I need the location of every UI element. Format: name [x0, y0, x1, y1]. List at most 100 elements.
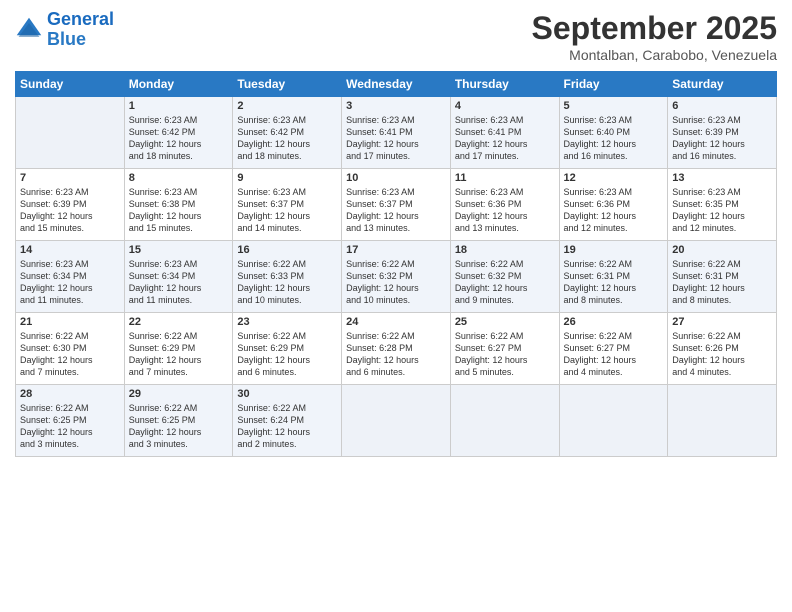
- day-number: 8: [129, 172, 229, 184]
- day-info: Sunrise: 6:22 AM Sunset: 6:24 PM Dayligh…: [237, 402, 337, 451]
- day-cell: 1 Sunrise: 6:23 AM Sunset: 6:42 PM Daylig…: [124, 97, 233, 169]
- day-number: 25: [455, 316, 555, 328]
- day-cell: 20 Sunrise: 6:22 AM Sunset: 6:31 PM Dayli…: [668, 241, 777, 313]
- day-number: 20: [672, 244, 772, 256]
- day-number: 4: [455, 100, 555, 112]
- day-cell: 17 Sunrise: 6:22 AM Sunset: 6:32 PM Dayli…: [342, 241, 451, 313]
- day-cell: 13 Sunrise: 6:23 AM Sunset: 6:35 PM Dayli…: [668, 169, 777, 241]
- day-info: Sunrise: 6:22 AM Sunset: 6:31 PM Dayligh…: [672, 258, 772, 307]
- day-number: 2: [237, 100, 337, 112]
- day-cell: 29 Sunrise: 6:22 AM Sunset: 6:25 PM Dayli…: [124, 385, 233, 457]
- col-header-friday: Friday: [559, 72, 668, 97]
- day-number: 5: [564, 100, 664, 112]
- day-number: 21: [20, 316, 120, 328]
- day-number: 24: [346, 316, 446, 328]
- day-number: 6: [672, 100, 772, 112]
- day-cell: 8Sunrise: 6:23 AM Sunset: 6:38 PM Daylig…: [124, 169, 233, 241]
- day-cell: 18 Sunrise: 6:22 AM Sunset: 6:32 PM Dayli…: [450, 241, 559, 313]
- day-cell: [559, 385, 668, 457]
- day-info: Sunrise: 6:22 AM Sunset: 6:32 PM Dayligh…: [346, 258, 446, 307]
- day-cell: 24 Sunrise: 6:22 AM Sunset: 6:28 PM Dayli…: [342, 313, 451, 385]
- col-header-saturday: Saturday: [668, 72, 777, 97]
- day-cell: 6 Sunrise: 6:23 AM Sunset: 6:39 PM Daylig…: [668, 97, 777, 169]
- header: General Blue September 2025 Montalban, C…: [15, 10, 777, 63]
- day-number: 3: [346, 100, 446, 112]
- day-number: 27: [672, 316, 772, 328]
- day-number: 18: [455, 244, 555, 256]
- day-info: Sunrise: 6:23 AM Sunset: 6:37 PM Dayligh…: [346, 186, 446, 235]
- col-header-thursday: Thursday: [450, 72, 559, 97]
- logo-text: General Blue: [47, 10, 114, 50]
- day-number: 9: [237, 172, 337, 184]
- day-number: 1: [129, 100, 229, 112]
- day-cell: [668, 385, 777, 457]
- day-info: Sunrise: 6:23 AM Sunset: 6:42 PM Dayligh…: [237, 114, 337, 163]
- day-cell: 27 Sunrise: 6:22 AM Sunset: 6:26 PM Dayli…: [668, 313, 777, 385]
- calendar-table: SundayMondayTuesdayWednesdayThursdayFrid…: [15, 71, 777, 457]
- day-cell: 7 Sunrise: 6:23 AM Sunset: 6:39 PM Daylig…: [16, 169, 125, 241]
- day-cell: 15 Sunrise: 6:23 AM Sunset: 6:34 PM Dayli…: [124, 241, 233, 313]
- day-number: 29: [129, 388, 229, 400]
- day-cell: 26 Sunrise: 6:22 AM Sunset: 6:27 PM Dayli…: [559, 313, 668, 385]
- col-header-tuesday: Tuesday: [233, 72, 342, 97]
- day-number: 11: [455, 172, 555, 184]
- day-info: Sunrise: 6:22 AM Sunset: 6:26 PM Dayligh…: [672, 330, 772, 379]
- logo: General Blue: [15, 10, 114, 50]
- day-cell: 23Sunrise: 6:22 AM Sunset: 6:29 PM Dayli…: [233, 313, 342, 385]
- day-info: Sunrise: 6:22 AM Sunset: 6:29 PM Dayligh…: [129, 330, 229, 379]
- day-info: Sunrise: 6:23 AM Sunset: 6:39 PM Dayligh…: [672, 114, 772, 163]
- day-cell: 10 Sunrise: 6:23 AM Sunset: 6:37 PM Dayli…: [342, 169, 451, 241]
- week-row-5: 28 Sunrise: 6:22 AM Sunset: 6:25 PM Dayli…: [16, 385, 777, 457]
- day-number: 26: [564, 316, 664, 328]
- day-info: Sunrise: 6:22 AM Sunset: 6:25 PM Dayligh…: [129, 402, 229, 451]
- day-cell: 5Sunrise: 6:23 AM Sunset: 6:40 PM Daylig…: [559, 97, 668, 169]
- day-number: 12: [564, 172, 664, 184]
- day-number: 7: [20, 172, 120, 184]
- day-info: Sunrise: 6:23 AM Sunset: 6:41 PM Dayligh…: [455, 114, 555, 163]
- col-header-sunday: Sunday: [16, 72, 125, 97]
- day-cell: 9 Sunrise: 6:23 AM Sunset: 6:37 PM Daylig…: [233, 169, 342, 241]
- day-number: 30: [237, 388, 337, 400]
- day-number: 13: [672, 172, 772, 184]
- week-row-3: 14Sunrise: 6:23 AM Sunset: 6:34 PM Dayli…: [16, 241, 777, 313]
- location: Montalban, Carabobo, Venezuela: [532, 47, 777, 63]
- col-header-monday: Monday: [124, 72, 233, 97]
- day-info: Sunrise: 6:23 AM Sunset: 6:42 PM Dayligh…: [129, 114, 229, 163]
- day-info: Sunrise: 6:22 AM Sunset: 6:32 PM Dayligh…: [455, 258, 555, 307]
- calendar-header-row: SundayMondayTuesdayWednesdayThursdayFrid…: [16, 72, 777, 97]
- day-info: Sunrise: 6:22 AM Sunset: 6:30 PM Dayligh…: [20, 330, 120, 379]
- day-info: Sunrise: 6:23 AM Sunset: 6:36 PM Dayligh…: [564, 186, 664, 235]
- day-number: 17: [346, 244, 446, 256]
- week-row-4: 21 Sunrise: 6:22 AM Sunset: 6:30 PM Dayli…: [16, 313, 777, 385]
- day-number: 22: [129, 316, 229, 328]
- page: General Blue September 2025 Montalban, C…: [0, 0, 792, 612]
- day-cell: 3 Sunrise: 6:23 AM Sunset: 6:41 PM Daylig…: [342, 97, 451, 169]
- day-number: 10: [346, 172, 446, 184]
- day-info: Sunrise: 6:23 AM Sunset: 6:34 PM Dayligh…: [129, 258, 229, 307]
- day-info: Sunrise: 6:23 AM Sunset: 6:39 PM Dayligh…: [20, 186, 120, 235]
- week-row-1: 1 Sunrise: 6:23 AM Sunset: 6:42 PM Daylig…: [16, 97, 777, 169]
- day-cell: 11Sunrise: 6:23 AM Sunset: 6:36 PM Dayli…: [450, 169, 559, 241]
- day-info: Sunrise: 6:22 AM Sunset: 6:28 PM Dayligh…: [346, 330, 446, 379]
- day-cell: [16, 97, 125, 169]
- day-number: 16: [237, 244, 337, 256]
- day-number: 15: [129, 244, 229, 256]
- day-cell: 21 Sunrise: 6:22 AM Sunset: 6:30 PM Dayli…: [16, 313, 125, 385]
- logo-icon: [15, 16, 43, 44]
- day-info: Sunrise: 6:23 AM Sunset: 6:35 PM Dayligh…: [672, 186, 772, 235]
- month-title: September 2025: [532, 10, 777, 47]
- day-info: Sunrise: 6:22 AM Sunset: 6:31 PM Dayligh…: [564, 258, 664, 307]
- day-cell: 30 Sunrise: 6:22 AM Sunset: 6:24 PM Dayli…: [233, 385, 342, 457]
- day-info: Sunrise: 6:23 AM Sunset: 6:41 PM Dayligh…: [346, 114, 446, 163]
- col-header-wednesday: Wednesday: [342, 72, 451, 97]
- day-cell: [342, 385, 451, 457]
- day-info: Sunrise: 6:22 AM Sunset: 6:29 PM Dayligh…: [237, 330, 337, 379]
- day-cell: 12 Sunrise: 6:23 AM Sunset: 6:36 PM Dayli…: [559, 169, 668, 241]
- day-cell: 19Sunrise: 6:22 AM Sunset: 6:31 PM Dayli…: [559, 241, 668, 313]
- week-row-2: 7 Sunrise: 6:23 AM Sunset: 6:39 PM Daylig…: [16, 169, 777, 241]
- day-cell: 16Sunrise: 6:22 AM Sunset: 6:33 PM Dayli…: [233, 241, 342, 313]
- day-info: Sunrise: 6:23 AM Sunset: 6:37 PM Dayligh…: [237, 186, 337, 235]
- day-cell: 28Sunrise: 6:22 AM Sunset: 6:25 PM Dayli…: [16, 385, 125, 457]
- day-number: 28: [20, 388, 120, 400]
- day-info: Sunrise: 6:22 AM Sunset: 6:27 PM Dayligh…: [564, 330, 664, 379]
